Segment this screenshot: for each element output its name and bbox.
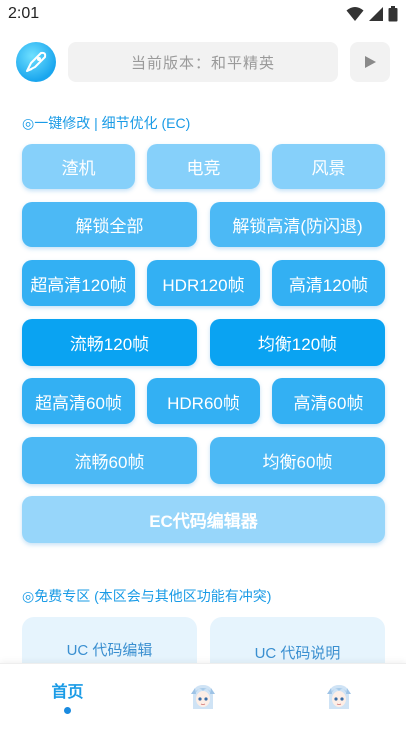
active-indicator-dot xyxy=(64,707,71,714)
play-button[interactable] xyxy=(350,42,390,82)
hdr-60fps-button[interactable]: HDR60帧 xyxy=(147,378,260,424)
rocket-icon xyxy=(26,51,47,72)
balanced-120fps-button[interactable]: 均衡120帧 xyxy=(210,319,385,366)
battery-icon xyxy=(388,6,398,22)
hdr-120fps-button[interactable]: HDR120帧 xyxy=(147,260,260,306)
wifi-icon xyxy=(346,7,364,21)
anime-avatar-icon xyxy=(326,685,351,709)
unlock-all-button[interactable]: 解锁全部 xyxy=(22,202,197,247)
hd-60fps-button[interactable]: 高清60帧 xyxy=(272,378,385,424)
preset-scenery-button[interactable]: 风景 xyxy=(272,144,385,189)
uc-code-edit-card[interactable]: UC 代码编辑 xyxy=(22,617,197,663)
signal-icon xyxy=(369,7,383,21)
uc-code-edit-label: UC 代码编辑 xyxy=(66,642,153,659)
section-title-one-click: ◎一键修改 | 细节优化 (EC) xyxy=(22,115,191,131)
uc-code-help-label: UC 代码说明 xyxy=(254,645,341,662)
smooth-60fps-button[interactable]: 流畅60帧 xyxy=(22,437,197,484)
uc-code-help-card[interactable]: UC 代码说明 xyxy=(210,617,385,663)
hd-120fps-button[interactable]: 高清120帧 xyxy=(272,260,385,306)
status-bar: 2:01 xyxy=(0,0,406,30)
app-logo-icon[interactable] xyxy=(16,42,56,82)
nav-tab-2[interactable] xyxy=(135,664,270,729)
uhd-120fps-button[interactable]: 超高清120帧 xyxy=(22,260,135,306)
preset-esports-button[interactable]: 电竞 xyxy=(147,144,260,189)
nav-home-label: 首页 xyxy=(51,684,84,701)
smooth-120fps-button[interactable]: 流畅120帧 xyxy=(22,319,197,366)
preset-lowend-button[interactable]: 渣机 xyxy=(22,144,135,189)
balanced-60fps-button[interactable]: 均衡60帧 xyxy=(210,437,385,484)
top-bar: 当前版本：和平精英 xyxy=(0,40,406,84)
version-display[interactable]: 当前版本：和平精英 xyxy=(68,42,338,82)
status-icons xyxy=(346,6,398,22)
ec-code-editor-button[interactable]: EC代码编辑器 xyxy=(22,496,385,543)
play-icon xyxy=(365,56,376,68)
section-title-free-zone: ◎免费专区 (本区会与其他区功能有冲突) xyxy=(22,588,272,604)
bottom-navigation: 首页 xyxy=(0,663,406,729)
unlock-hd-button[interactable]: 解锁高清(防闪退) xyxy=(210,202,385,247)
status-time: 2:01 xyxy=(8,5,40,22)
anime-avatar-icon xyxy=(190,685,215,709)
nav-tab-3[interactable] xyxy=(271,664,406,729)
uhd-60fps-button[interactable]: 超高清60帧 xyxy=(22,378,135,424)
nav-home-tab[interactable]: 首页 xyxy=(0,664,135,729)
